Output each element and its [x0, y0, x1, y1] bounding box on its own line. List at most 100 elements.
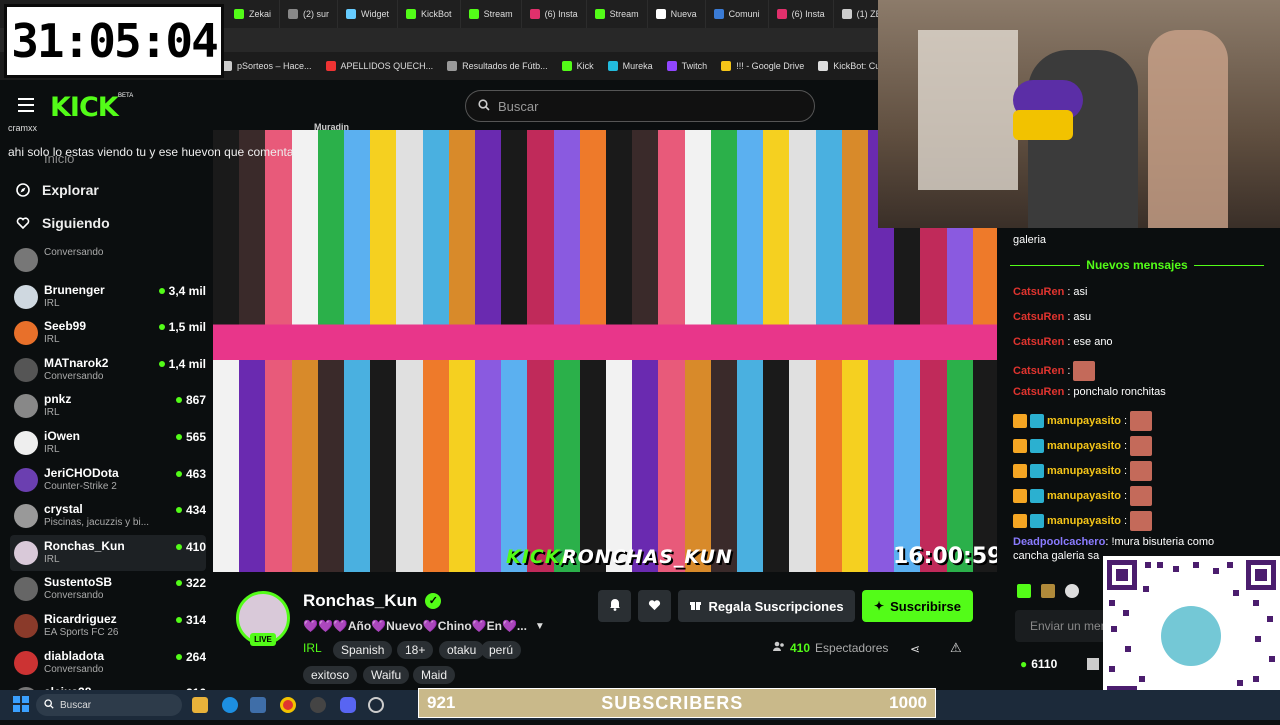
- tag-otaku[interactable]: otaku: [439, 641, 485, 659]
- chat-username[interactable]: manupayasito: [1047, 515, 1121, 527]
- browser-tab[interactable]: Nueva: [648, 0, 706, 28]
- browser-tab[interactable]: (6) Insta: [522, 0, 587, 28]
- avatar: [14, 431, 38, 455]
- sidebar-channel-pnkz[interactable]: pnkz IRL 867: [10, 388, 206, 424]
- search-input[interactable]: Buscar: [465, 90, 815, 122]
- chat-username[interactable]: manupayasito: [1047, 465, 1121, 477]
- chat-username[interactable]: manupayasito: [1047, 490, 1121, 502]
- sidebar-channel-seeb99[interactable]: Seeb99 IRL 1,5 mil: [10, 315, 206, 351]
- share-icon[interactable]: ⋖: [910, 642, 920, 656]
- browser-tab[interactable]: (2) sur: [280, 0, 339, 28]
- chat-username[interactable]: Deadpoolcachero: [1013, 536, 1105, 548]
- emote-icon[interactable]: [1065, 584, 1079, 598]
- sidebar-item-explorar[interactable]: Explorar: [16, 182, 99, 198]
- channel-viewers: 434: [175, 503, 206, 517]
- kicks-balance[interactable]: ● 6110: [1020, 657, 1057, 671]
- chat-message: manupayasito:: [1013, 411, 1153, 431]
- kick-coin-icon: ●: [1020, 657, 1028, 671]
- steam-icon[interactable]: [368, 697, 384, 713]
- emote-icon[interactable]: [1017, 584, 1031, 598]
- menu-icon[interactable]: [18, 98, 34, 112]
- chat-username[interactable]: CatsuRen: [1013, 311, 1064, 323]
- chat-username[interactable]: CatsuRen: [1013, 336, 1064, 348]
- bookmark-item[interactable]: pSorteos – Hace...: [222, 61, 312, 71]
- bookmark-item[interactable]: Resultados de Fútb...: [447, 61, 548, 71]
- bookmark-item[interactable]: Mureka: [607, 61, 653, 71]
- avatar: [14, 650, 38, 675]
- tab-favicon-icon: [346, 9, 357, 19]
- discord-icon[interactable]: [340, 697, 356, 713]
- sidebar-channel-brunenger[interactable]: Brunenger IRL 3,4 mil: [10, 279, 206, 315]
- emote-icon[interactable]: [1041, 584, 1055, 598]
- bookmark-favicon-icon: [818, 61, 829, 71]
- avatar: [14, 248, 38, 272]
- notifications-button[interactable]: [598, 590, 631, 622]
- browser-tab[interactable]: Stream: [587, 0, 648, 28]
- bookmark-item[interactable]: Kick: [561, 61, 594, 71]
- sidebar-channel-ricardriguez[interactable]: Ricardriguez EA Sports FC 26 314: [10, 608, 206, 644]
- video-frame-region: [475, 130, 502, 572]
- chrome-icon[interactable]: [280, 697, 296, 713]
- crown-badge-icon: [1013, 414, 1027, 428]
- browser-tab[interactable]: Comuni: [706, 0, 769, 28]
- browser-tab[interactable]: Stream: [461, 0, 522, 28]
- streamer-name[interactable]: Ronchas_Kun ✓: [303, 591, 442, 611]
- chat-message: manupayasito:: [1013, 511, 1153, 531]
- browser-tab[interactable]: Zekai: [226, 0, 281, 28]
- follow-button[interactable]: [638, 590, 671, 622]
- browser-tab[interactable]: (6) Insta: [769, 0, 834, 28]
- tag-18[interactable]: 18+: [397, 641, 434, 659]
- avatar: [14, 614, 38, 638]
- channel-viewers: 1,5 mil: [158, 320, 206, 334]
- sidebar-channel-iowen[interactable]: iOwen IRL 565: [10, 425, 206, 461]
- bookmark-item[interactable]: !!! - Google Drive: [721, 61, 804, 71]
- edge-icon[interactable]: [222, 697, 238, 713]
- channel-viewers: 463: [175, 467, 206, 481]
- browser-tab[interactable]: (1) ZEK: [834, 0, 880, 28]
- browser-tab[interactable]: Widget: [338, 0, 399, 28]
- kick-logo[interactable]: KICK: [50, 92, 119, 123]
- bookmark-item[interactable]: Twitch: [666, 61, 707, 71]
- chat-username[interactable]: CatsuRen: [1013, 365, 1064, 377]
- report-icon[interactable]: ⚠: [950, 640, 962, 656]
- sidebar-channel-crystal[interactable]: crystal Piscinas, jacuzzis y bi... 434: [10, 498, 206, 534]
- sidebar-channel-matnarok2[interactable]: MATnarok2 Conversando 1,4 mil: [10, 352, 206, 388]
- tag-exitoso[interactable]: exitoso: [303, 666, 358, 684]
- stream-category[interactable]: IRL: [303, 641, 322, 655]
- channel-name: crystal: [44, 502, 83, 517]
- browser-tab[interactable]: KickBot: [398, 0, 461, 28]
- video-frame-region: [606, 130, 633, 572]
- sidebar-channel-diabladota[interactable]: diabladota Conversando 264: [10, 645, 206, 681]
- subscribe-button[interactable]: ✦ Suscribirse: [862, 590, 973, 622]
- sidebar-channel-jerichodota[interactable]: JeriCHODota Counter-Strike 2 463: [10, 462, 206, 498]
- chat-username[interactable]: manupayasito: [1047, 415, 1121, 427]
- sidebar-channel-sustentosb[interactable]: SustentoSB Conversando 322: [10, 571, 206, 607]
- avatar: [14, 540, 38, 565]
- store-app-icon[interactable]: [250, 697, 266, 713]
- store-icon[interactable]: [1087, 658, 1099, 670]
- channel-category: IRL: [44, 553, 60, 565]
- tag-spanish[interactable]: Spanish: [333, 641, 393, 659]
- chat-input[interactable]: Enviar un mensaje: [1015, 610, 1115, 642]
- sidebar-item-siguiendo[interactable]: Siguiendo: [16, 215, 110, 231]
- bookmark-item[interactable]: KickBot: Customiza...: [818, 61, 880, 71]
- chevron-down-icon[interactable]: ▼: [535, 621, 545, 632]
- chat-username[interactable]: CatsuRen: [1013, 286, 1064, 298]
- chat-username[interactable]: CatsuRen: [1013, 386, 1064, 398]
- sidebar-channel-ronchas_kun[interactable]: Ronchas_Kun IRL 410: [10, 534, 206, 571]
- tag-waifu[interactable]: Waifu: [363, 666, 410, 684]
- bookmark-item[interactable]: APELLIDOS QUECH...: [325, 61, 433, 71]
- obs-icon[interactable]: [310, 697, 326, 713]
- bell-icon: [609, 598, 621, 614]
- file-explorer-icon[interactable]: [192, 697, 208, 713]
- tag-maid[interactable]: Maid: [413, 666, 456, 684]
- gift-subscriptions-button[interactable]: Regala Suscripciones: [678, 590, 855, 622]
- new-messages-divider[interactable]: Nuevos mensajes: [1010, 258, 1264, 272]
- live-dot-icon: [175, 434, 182, 440]
- sidebar-channel-partial[interactable]: Conversando: [10, 242, 206, 278]
- channel-category: IRL: [44, 297, 60, 309]
- chat-username[interactable]: manupayasito: [1047, 440, 1121, 452]
- windows-start-icon[interactable]: [13, 696, 29, 712]
- taskbar-search[interactable]: Buscar: [36, 694, 182, 716]
- tag-per[interactable]: perú: [481, 641, 522, 659]
